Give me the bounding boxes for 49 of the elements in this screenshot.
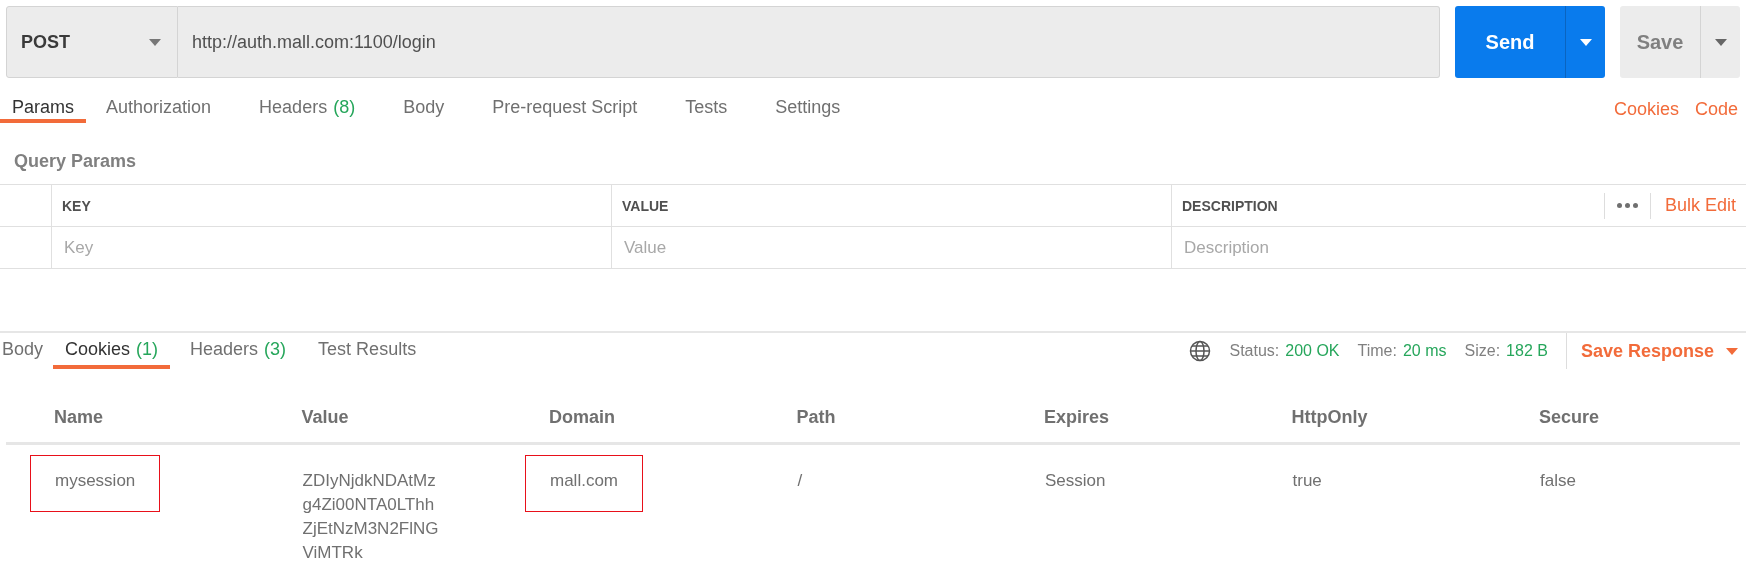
response-tab[interactable]: Headers (3) [178, 333, 299, 369]
caret-icon [1726, 347, 1738, 355]
header-link[interactable]: Cookies [1613, 99, 1679, 120]
table-cell-text: / [796, 470, 804, 492]
globe-icon[interactable] [1189, 340, 1212, 362]
request-tab[interactable]: Authorization [86, 96, 232, 123]
table-cell-text: ZDIyNjdkNDAtMzg4Zi00NTA0LThhZjEtNzM3N2FlNGViMTRk [301, 470, 440, 564]
request-tab[interactable]: Settings [755, 96, 861, 123]
bulk-edit-link[interactable]: Bulk Edit [1664, 195, 1736, 216]
method-dropdown[interactable]: POST [6, 6, 178, 78]
column-header: Secure [1491, 393, 1740, 445]
header-link[interactable]: Code [1694, 99, 1738, 120]
param-input-field[interactable]: Key [62, 236, 601, 259]
table-cell-text: true [1291, 470, 1323, 492]
table-cell-text: Session [1044, 470, 1107, 492]
request-tab[interactable]: Headers (8) [239, 96, 376, 123]
column-header: Domain [501, 393, 749, 445]
column-header: VALUE [622, 197, 669, 214]
column-header: Expires [996, 393, 1244, 445]
column-header: HttpOnly [1243, 393, 1491, 445]
column-header: KEY [62, 197, 91, 214]
more-button[interactable] [1603, 192, 1651, 219]
column-header: DESCRIPTION [1182, 197, 1278, 214]
save-button[interactable]: Save [1620, 6, 1700, 78]
response-meta: Size: 182 B [1464, 342, 1548, 360]
caret-icon [1579, 38, 1592, 46]
request-tab[interactable]: Pre-request Script [472, 96, 658, 123]
response-meta: Time: 20 ms [1357, 342, 1447, 360]
param-input-field[interactable]: Value [622, 236, 1161, 259]
request-tab[interactable]: Tests [665, 96, 748, 123]
table-cell: mall.com [525, 455, 643, 512]
table-cell: mysession [30, 455, 161, 512]
send-button[interactable]: Send [1455, 6, 1565, 78]
response-tab[interactable]: Test Results [306, 333, 429, 369]
response-tab[interactable]: Body [0, 333, 46, 369]
table-cell-text: false [1539, 470, 1577, 492]
param-input-field[interactable]: Description [1182, 236, 1736, 259]
column-header: Value [253, 393, 501, 445]
column-header: Name [6, 393, 254, 445]
caret-icon [1714, 38, 1727, 46]
request-tab[interactable]: Params [0, 96, 86, 123]
response-meta: Status: 200 OK [1229, 342, 1340, 360]
save-response-button[interactable]: Save Response [1565, 333, 1738, 369]
request-tab[interactable]: Body [383, 96, 465, 123]
section-title: Query Params [13, 150, 138, 173]
column-header: Path [748, 393, 996, 445]
url-field[interactable]: http://auth.mall.com:1100/login [178, 6, 1440, 78]
response-tab[interactable]: Cookies (1) [53, 333, 171, 369]
caret-icon [149, 38, 161, 46]
